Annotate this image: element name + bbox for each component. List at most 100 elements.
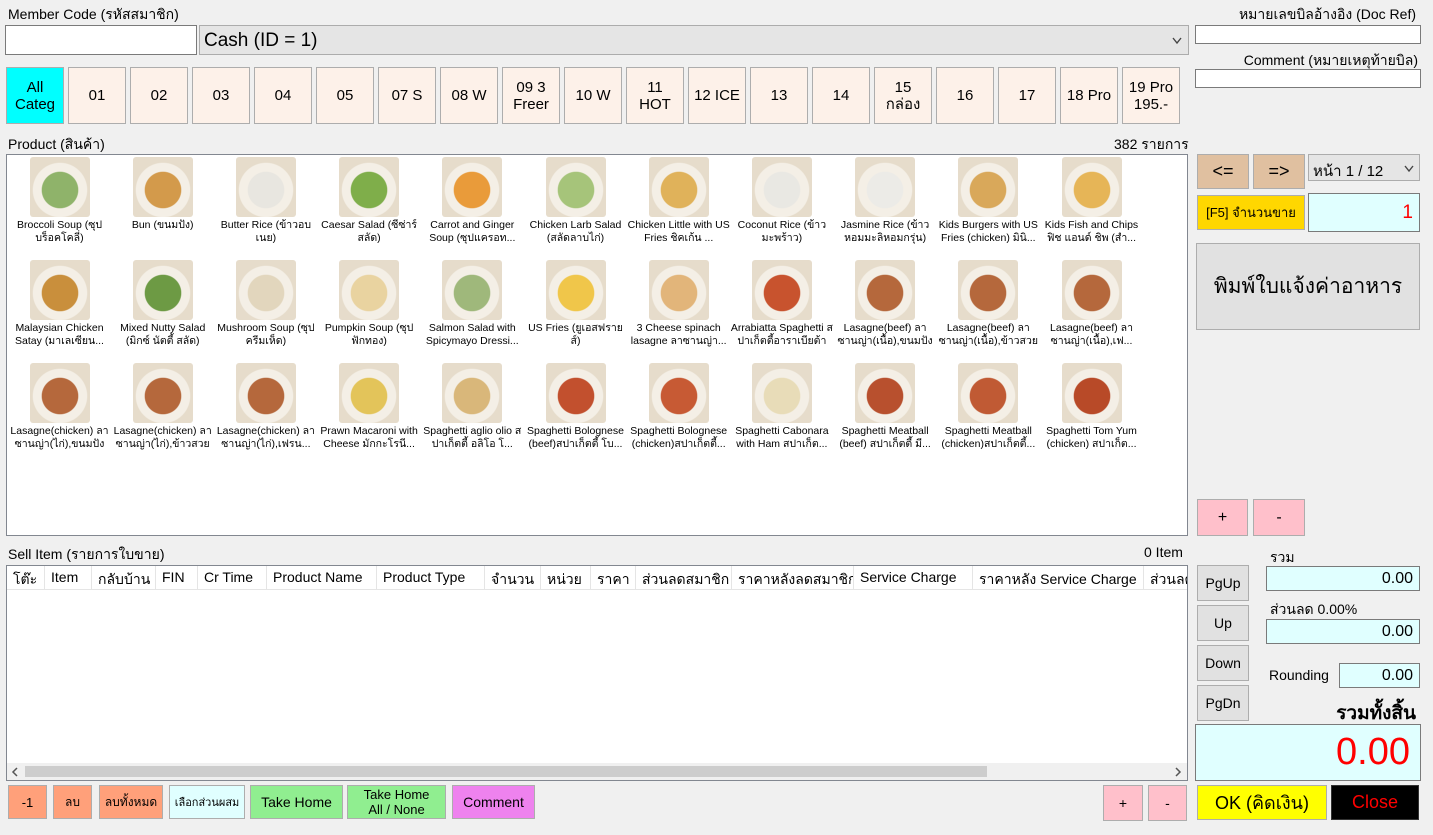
- product-item[interactable]: Kids Fish and Chips ฟิช แอนด์ ชิพ (สำ...: [1040, 157, 1143, 245]
- product-item[interactable]: Pumpkin Soup (ซุปฟักทอง): [318, 260, 421, 348]
- rounding-value[interactable]: 0.00: [1339, 663, 1420, 688]
- scroll-right-icon[interactable]: [1174, 767, 1182, 777]
- sell-minus-button[interactable]: -: [1148, 785, 1187, 821]
- scrollbar-thumb[interactable]: [25, 766, 987, 777]
- sell-plus-button[interactable]: +: [1103, 785, 1143, 821]
- product-item[interactable]: Coconut Rice (ข้าวมะพร้าว): [730, 157, 833, 245]
- product-item[interactable]: Prawn Macaroni with Cheese มักกะโรนี...: [318, 363, 421, 451]
- pgdn-button[interactable]: PgDn: [1197, 685, 1249, 721]
- category-button[interactable]: 18 Pro: [1060, 67, 1118, 124]
- page-select[interactable]: หน้า 1 / 12: [1308, 154, 1420, 181]
- product-item[interactable]: Mushroom Soup (ซุปครีมเห็ด): [214, 260, 317, 348]
- product-plus-button[interactable]: +: [1197, 499, 1248, 536]
- qty-input[interactable]: 1: [1308, 193, 1420, 232]
- take-home-all-button[interactable]: Take Home All / None: [347, 785, 446, 819]
- comment-button[interactable]: Comment: [452, 785, 535, 819]
- category-button[interactable]: 09 3 Freer: [502, 67, 560, 124]
- product-item[interactable]: Malaysian Chicken Satay (มาเลเซียน...: [8, 260, 111, 348]
- sell-item-grid[interactable]: โต๊ะ Item กลับบ้าน FIN Cr Time Product Name Pr…: [6, 565, 1188, 781]
- product-item[interactable]: Spaghetti Bolognese (beef)สปาเก็ตตี้ โบ.…: [524, 363, 627, 451]
- column-header[interactable]: จำนวน: [485, 566, 541, 589]
- product-item[interactable]: Salmon Salad with Spicymayo Dressi...: [421, 260, 524, 348]
- category-button[interactable]: 16: [936, 67, 994, 124]
- product-item[interactable]: Caesar Salad (ซีซ่าร์สลัด): [318, 157, 421, 245]
- payment-type-select[interactable]: Cash (ID = 1): [199, 25, 1189, 55]
- scroll-left-icon[interactable]: [11, 767, 19, 777]
- product-item[interactable]: Broccoli Soup (ซุปบร็อคโคลี่): [8, 157, 111, 245]
- horizontal-scrollbar[interactable]: [7, 763, 1187, 780]
- category-button[interactable]: 10 W: [564, 67, 622, 124]
- close-button[interactable]: Close: [1331, 785, 1419, 820]
- category-button[interactable]: 11 HOT: [626, 67, 684, 124]
- column-header[interactable]: Service Charge: [854, 566, 973, 589]
- category-button[interactable]: 03: [192, 67, 250, 124]
- column-header[interactable]: หน่วย: [541, 566, 591, 589]
- category-button[interactable]: 05: [316, 67, 374, 124]
- product-item[interactable]: Lasagne(chicken) ลาซานญ่า(ไก่),เฟรน...: [214, 363, 317, 451]
- pgup-button[interactable]: PgUp: [1197, 565, 1249, 601]
- print-bill-button[interactable]: พิมพ์ใบแจ้งค่าอาหาร: [1196, 243, 1420, 330]
- category-button[interactable]: 14: [812, 67, 870, 124]
- product-item[interactable]: Spaghetti Bolognese (chicken)สปาเก็ตตี้.…: [627, 363, 730, 451]
- category-button[interactable]: 04: [254, 67, 312, 124]
- product-item[interactable]: Spaghetti Cabonara with Ham สปาเก็ต...: [730, 363, 833, 451]
- column-header[interactable]: โต๊ะ: [7, 566, 45, 589]
- product-item[interactable]: Chicken Little with US Fries ชิคเก้น ...: [627, 157, 730, 245]
- product-item[interactable]: Spaghetti Meatball (beef) สปาเก็ตตี้ มี.…: [834, 363, 937, 451]
- product-item[interactable]: Butter Rice (ข้าวอบเนย): [214, 157, 317, 245]
- category-button[interactable]: 07 S: [378, 67, 436, 124]
- product-minus-button[interactable]: -: [1253, 499, 1305, 536]
- product-item[interactable]: Spaghetti aglio olio สปาเก็ตตี้ อลิโอ โ.…: [421, 363, 524, 451]
- product-item[interactable]: Lasagne(beef) ลาซานญ่า(เนื้อ),เฟ...: [1040, 260, 1143, 348]
- category-button[interactable]: 19 Pro 195.-: [1122, 67, 1180, 124]
- product-item[interactable]: 3 Cheese spinach lasagne ลาซานญ่า...: [627, 260, 730, 348]
- product-item[interactable]: Spaghetti Tom Yum (chicken) สปาเก็ต...: [1040, 363, 1143, 451]
- product-item[interactable]: Chicken Larb Salad (สลัดลาบไก่): [524, 157, 627, 245]
- column-header[interactable]: Cr Time: [198, 566, 267, 589]
- category-button[interactable]: 02: [130, 67, 188, 124]
- product-item[interactable]: Lasagne(beef) ลาซานญ่า(เนื้อ),ข้าวสวย: [937, 260, 1040, 348]
- category-button[interactable]: 08 W: [440, 67, 498, 124]
- minus-one-button[interactable]: -1: [8, 785, 47, 819]
- column-header[interactable]: ส่วนลดสมาชิก: [636, 566, 732, 589]
- product-item[interactable]: Lasagne(chicken) ลาซานญ่า(ไก่),ขนมปัง: [8, 363, 111, 451]
- delete-all-button[interactable]: ลบทั้งหมด: [99, 785, 163, 819]
- take-home-button[interactable]: Take Home: [250, 785, 343, 819]
- select-mix-button[interactable]: เลือกส่วนผสม: [169, 785, 245, 819]
- doc-ref-input[interactable]: [1195, 25, 1421, 44]
- category-button[interactable]: 01: [68, 67, 126, 124]
- product-item[interactable]: Kids Burgers with US Fries (chicken) มิน…: [937, 157, 1040, 245]
- product-item[interactable]: US Fries (ยูเอสฟรายส์): [524, 260, 627, 348]
- member-code-input[interactable]: [5, 25, 197, 55]
- category-button[interactable]: 17: [998, 67, 1056, 124]
- column-header[interactable]: กลับบ้าน: [92, 566, 156, 589]
- product-item[interactable]: Bun (ขนมปัง): [111, 157, 214, 245]
- next-page-button[interactable]: =>: [1253, 154, 1305, 189]
- category-button[interactable]: 13: [750, 67, 808, 124]
- category-button[interactable]: All Categ: [6, 67, 64, 124]
- down-button[interactable]: Down: [1197, 645, 1249, 681]
- product-item[interactable]: Jasmine Rice (ข้าวหอมมะลิหอมกรุ่น): [834, 157, 937, 245]
- column-header[interactable]: ส่วนลด: [1144, 566, 1187, 589]
- product-item[interactable]: Arrabiatta Spaghetti สปาเก็ตตี้อาราเบียต…: [730, 260, 833, 348]
- column-header[interactable]: Product Type: [377, 566, 485, 589]
- product-item[interactable]: Lasagne(chicken) ลาซานญ่า(ไก่),ข้าวสวย: [111, 363, 214, 451]
- product-item[interactable]: Carrot and Ginger Soup (ซุปแครอท...: [421, 157, 524, 245]
- up-button[interactable]: Up: [1197, 605, 1249, 641]
- prev-page-button[interactable]: <=: [1197, 154, 1249, 189]
- column-header[interactable]: ราคาหลังลดสมาชิก: [732, 566, 854, 589]
- delete-button[interactable]: ลบ: [53, 785, 92, 819]
- column-header[interactable]: Item: [45, 566, 92, 589]
- category-button[interactable]: 15 กล่อง: [874, 67, 932, 124]
- column-header[interactable]: ราคาหลัง Service Charge: [973, 566, 1144, 589]
- column-header[interactable]: FIN: [156, 566, 198, 589]
- column-header[interactable]: Product Name: [267, 566, 377, 589]
- ok-pay-button[interactable]: OK (คิดเงิน): [1197, 785, 1327, 820]
- product-item[interactable]: Lasagne(beef) ลาซานญ่า(เนื้อ),ขนมปัง: [834, 260, 937, 348]
- category-button[interactable]: 12 ICE: [688, 67, 746, 124]
- comment-input[interactable]: [1195, 69, 1421, 88]
- product-item[interactable]: Mixed Nutty Salad (มิกซ์ นัตตี้ สลัด): [111, 260, 214, 348]
- product-item[interactable]: Spaghetti Meatball (chicken)สปาเก็ตตี้..…: [937, 363, 1040, 451]
- qty-f5-button[interactable]: [F5] จำนวนขาย: [1197, 195, 1305, 230]
- column-header[interactable]: ราคา: [591, 566, 636, 589]
